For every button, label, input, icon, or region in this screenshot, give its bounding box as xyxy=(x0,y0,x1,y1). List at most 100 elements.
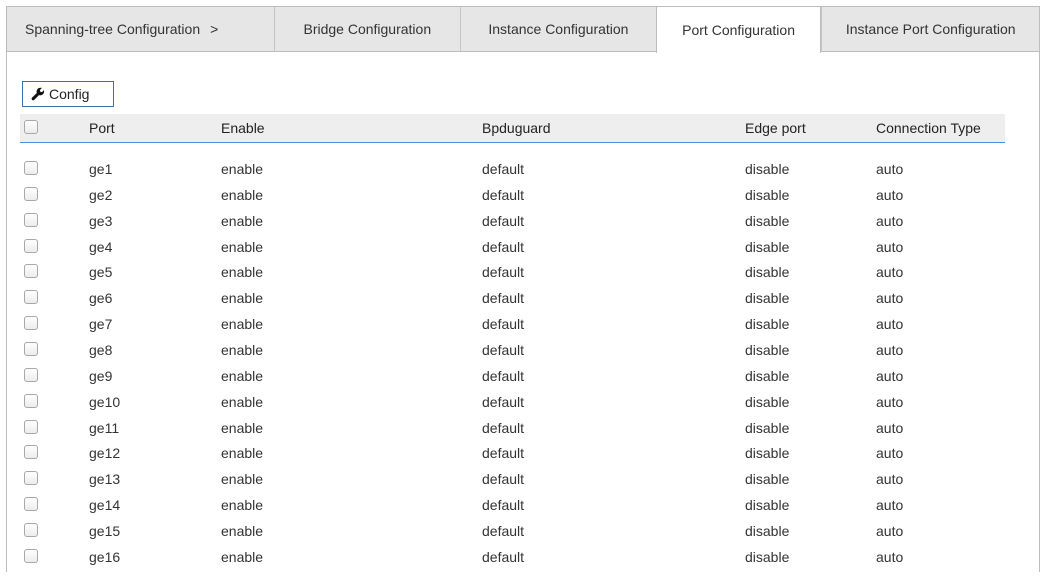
cell-bpduguard: default xyxy=(482,290,525,307)
cell-connection-type: auto xyxy=(876,290,904,307)
row-checkbox[interactable] xyxy=(24,548,38,563)
cell-connection-type: auto xyxy=(876,161,904,177)
cell-edge-port: disable xyxy=(745,161,790,177)
table-row[interactable]: ge15 enable default disable auto xyxy=(20,519,1005,544)
header-port[interactable]: Port xyxy=(89,120,115,136)
row-checkbox[interactable] xyxy=(24,316,38,331)
cell-connection-type: auto xyxy=(876,212,904,229)
cell-enable: enable xyxy=(221,419,264,436)
row-checkbox[interactable] xyxy=(24,238,38,253)
cell-bpduguard: default xyxy=(482,445,525,462)
cell-edge-port: disable xyxy=(745,367,790,384)
row-checkbox[interactable] xyxy=(24,161,38,175)
tab-port-configuration[interactable]: Port Configuration xyxy=(655,6,822,53)
cell-bpduguard: default xyxy=(482,264,525,281)
table-row[interactable]: ge6 enable default disable auto xyxy=(20,286,1005,311)
row-checkbox[interactable] xyxy=(24,522,38,537)
cell-bpduguard: default xyxy=(482,212,525,229)
cell-connection-type: auto xyxy=(876,316,904,333)
row-checkbox[interactable] xyxy=(24,471,38,486)
row-checkbox[interactable] xyxy=(24,419,38,434)
cell-bpduguard: default xyxy=(482,367,525,384)
cell-bpduguard: default xyxy=(482,393,525,410)
table-row[interactable]: ge16 enable default disable auto xyxy=(20,545,1005,570)
cell-port: ge4 xyxy=(89,238,113,255)
cell-edge-port: disable xyxy=(745,290,790,307)
cell-edge-port: disable xyxy=(745,212,790,229)
header-bpduguard[interactable]: Bpduguard xyxy=(482,120,551,136)
cell-enable: enable xyxy=(221,238,264,255)
table-row[interactable]: ge4 enable default disable auto xyxy=(20,235,1005,260)
cell-connection-type: auto xyxy=(876,419,904,436)
cell-edge-port: disable xyxy=(745,341,790,358)
row-checkbox[interactable] xyxy=(24,341,38,356)
cell-enable: enable xyxy=(221,341,264,358)
table-row[interactable]: ge12 enable default disable auto xyxy=(20,441,1005,466)
cell-bpduguard: default xyxy=(482,497,525,514)
cell-enable: enable xyxy=(221,471,264,488)
cell-bpduguard: default xyxy=(482,522,525,539)
tab-instance-port-configuration[interactable]: Instance Port Configuration xyxy=(821,7,1039,51)
cell-edge-port: disable xyxy=(745,471,790,488)
tab-bridge-configuration[interactable]: Bridge Configuration xyxy=(273,7,461,51)
cell-enable: enable xyxy=(221,393,264,410)
cell-port: ge13 xyxy=(89,471,121,488)
select-all-checkbox[interactable] xyxy=(24,120,38,134)
cell-edge-port: disable xyxy=(745,238,790,255)
cell-enable: enable xyxy=(221,548,264,565)
cell-port: ge1 xyxy=(89,161,113,177)
table-row[interactable]: ge9 enable default disable auto xyxy=(20,364,1005,389)
table-row[interactable]: ge8 enable default disable auto xyxy=(20,338,1005,363)
table-row[interactable]: ge3 enable default disable auto xyxy=(20,209,1005,234)
cell-port: ge7 xyxy=(89,316,113,333)
cell-connection-type: auto xyxy=(876,522,904,539)
table-row[interactable]: ge10 enable default disable auto xyxy=(20,390,1005,415)
row-checkbox[interactable] xyxy=(24,264,38,279)
cell-port: ge11 xyxy=(89,419,120,436)
breadcrumb: Spanning-tree Configuration > xyxy=(7,7,274,51)
breadcrumb-label: Spanning-tree Configuration xyxy=(25,21,201,37)
row-checkbox[interactable] xyxy=(24,393,38,408)
tab-instance-configuration[interactable]: Instance Configuration xyxy=(460,7,656,51)
cell-enable: enable xyxy=(221,161,264,177)
cell-bpduguard: default xyxy=(482,548,525,565)
cell-enable: enable xyxy=(221,212,264,229)
table-row[interactable]: ge11 enable default disable auto xyxy=(20,416,1005,441)
header-edge-port[interactable]: Edge port xyxy=(745,120,806,136)
cell-connection-type: auto xyxy=(876,367,904,384)
cell-connection-type: auto xyxy=(876,393,904,410)
cell-enable: enable xyxy=(221,290,264,307)
header-enable[interactable]: Enable xyxy=(221,120,265,136)
row-checkbox[interactable] xyxy=(24,186,38,201)
cell-port: ge12 xyxy=(89,445,121,462)
wrench-icon xyxy=(31,87,45,101)
table-row[interactable]: ge7 enable default disable auto xyxy=(20,312,1005,337)
cell-edge-port: disable xyxy=(745,393,790,410)
config-button[interactable]: Config xyxy=(22,81,114,107)
row-checkbox[interactable] xyxy=(24,445,38,460)
row-checkbox[interactable] xyxy=(24,290,38,305)
cell-enable: enable xyxy=(221,367,264,384)
row-checkbox[interactable] xyxy=(24,497,38,512)
cell-connection-type: auto xyxy=(876,264,904,281)
table-row[interactable]: ge1 enable default disable auto xyxy=(20,157,1005,182)
table-header: Port Enable Bpduguard Edge port Connecti… xyxy=(20,114,1005,143)
table-row[interactable]: ge5 enable default disable auto xyxy=(20,260,1005,285)
cell-port: ge10 xyxy=(89,393,121,410)
table-row[interactable]: ge14 enable default disable auto xyxy=(20,493,1005,518)
cell-connection-type: auto xyxy=(876,471,904,488)
cell-edge-port: disable xyxy=(745,264,790,281)
cell-bpduguard: default xyxy=(482,186,525,203)
cell-enable: enable xyxy=(221,316,264,333)
config-button-label: Config xyxy=(49,86,90,102)
cell-edge-port: disable xyxy=(745,186,790,203)
header-connection-type[interactable]: Connection Type xyxy=(876,120,981,136)
row-checkbox[interactable] xyxy=(24,367,38,382)
table-row[interactable]: ge2 enable default disable auto xyxy=(20,183,1005,208)
table-row[interactable]: ge13 enable default disable auto xyxy=(20,467,1005,492)
cell-connection-type: auto xyxy=(876,548,904,565)
cell-enable: enable xyxy=(221,445,264,462)
row-checkbox[interactable] xyxy=(24,212,38,227)
breadcrumb-separator: > xyxy=(210,21,219,37)
cell-bpduguard: default xyxy=(482,471,525,488)
